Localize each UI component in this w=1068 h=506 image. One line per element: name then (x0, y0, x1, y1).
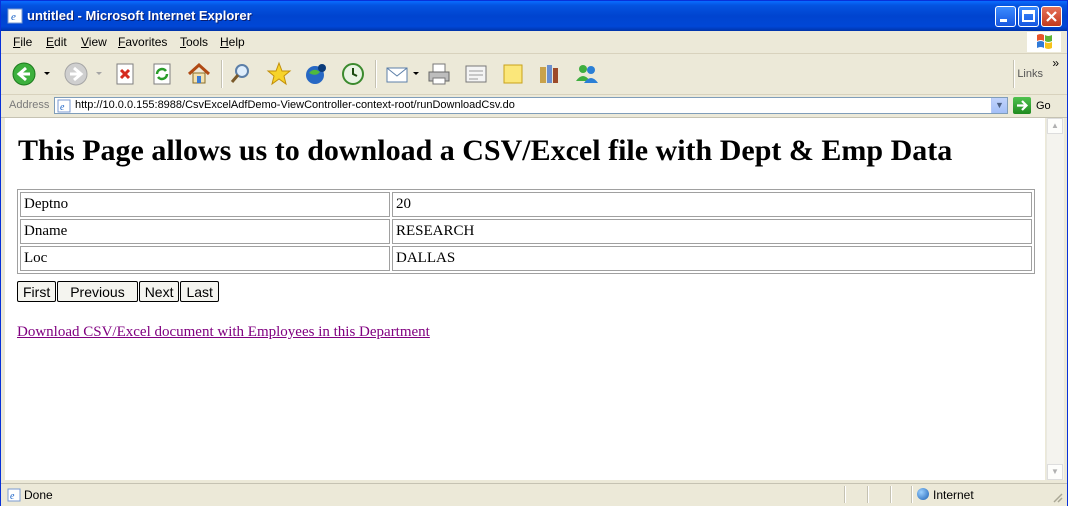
svg-text:e: e (10, 491, 15, 502)
mail-icon[interactable] (384, 61, 410, 87)
address-field[interactable]: e http://10.0.0.155:8988/CsvExcelAdfDemo… (54, 97, 1008, 114)
menu-file[interactable]: File (13, 35, 32, 49)
address-bar: Address e http://10.0.0.155:8988/CsvExce… (1, 95, 1067, 118)
svg-text:e: e (11, 11, 16, 23)
stop-icon[interactable] (112, 61, 138, 87)
status-text: Done (24, 488, 53, 502)
research-icon[interactable] (536, 61, 562, 87)
go-label[interactable]: Go (1036, 100, 1051, 112)
previous-button[interactable]: Previous (57, 281, 138, 302)
table-row: Dname RESEARCH (20, 219, 1032, 244)
scroll-down-icon[interactable]: ▼ (1047, 464, 1063, 480)
links-label[interactable]: Links (1017, 68, 1043, 80)
pagination-buttons: First Previous Next Last (17, 281, 220, 302)
menu-favorites[interactable]: Favorites (118, 35, 167, 49)
row-label: Dname (20, 219, 390, 244)
media-icon[interactable] (303, 61, 329, 87)
row-label: Deptno (20, 192, 390, 217)
minimize-button[interactable] (995, 6, 1016, 27)
status-bar: e Done Internet (1, 483, 1067, 506)
windows-flag-icon (1037, 34, 1052, 49)
messenger-icon[interactable] (574, 61, 600, 87)
address-dropdown-icon[interactable]: ▼ (991, 98, 1007, 113)
row-label: Loc (20, 246, 390, 271)
internet-zone-icon (917, 488, 929, 500)
first-button[interactable]: First (17, 281, 57, 302)
page-icon: e (57, 99, 71, 113)
toolbar-separator (1013, 60, 1015, 88)
refresh-icon[interactable] (149, 61, 175, 87)
forward-dropdown-icon[interactable] (95, 71, 103, 77)
maximize-button[interactable] (1018, 6, 1039, 27)
toolbar-separator (375, 60, 377, 88)
menu-edit[interactable]: Edit (46, 35, 67, 49)
table-row: Deptno 20 (20, 192, 1032, 217)
dept-table: Deptno 20 Dname RESEARCH Loc DALLAS (17, 189, 1035, 274)
browser-window: e untitled - Microsoft Internet Explorer… (0, 0, 1068, 506)
chevron-right-icon[interactable]: » (1052, 56, 1059, 70)
row-value: 20 (392, 192, 1032, 217)
page-heading: This Page allows us to download a CSV/Ex… (18, 134, 953, 167)
last-button[interactable]: Last (180, 281, 219, 302)
back-icon[interactable] (11, 61, 37, 87)
svg-text:e: e (60, 102, 65, 113)
vertical-scrollbar[interactable]: ▲ ▼ (1046, 118, 1064, 480)
back-dropdown-icon[interactable] (43, 71, 51, 77)
toolbar-separator (221, 60, 223, 88)
favorites-icon[interactable] (266, 61, 292, 87)
forward-icon[interactable] (63, 61, 89, 87)
go-button[interactable] (1013, 97, 1031, 114)
page-status-icon: e (7, 488, 21, 502)
standard-toolbar: Links » (1, 54, 1067, 95)
edit-icon[interactable] (463, 61, 489, 87)
row-value: RESEARCH (392, 219, 1032, 244)
home-icon[interactable] (186, 61, 212, 87)
status-divider (890, 486, 892, 503)
row-value: DALLAS (392, 246, 1032, 271)
menu-bar: File Edit View Favorites Tools Help (1, 31, 1067, 54)
address-label: Address (9, 99, 50, 111)
go-arrow-icon (1017, 100, 1029, 111)
close-icon (1046, 11, 1057, 22)
status-divider (844, 486, 846, 503)
address-url[interactable]: http://10.0.0.155:8988/CsvExcelAdfDemo-V… (75, 99, 515, 111)
history-icon[interactable] (340, 61, 366, 87)
zone-label: Internet (933, 488, 974, 502)
scroll-up-icon[interactable]: ▲ (1047, 118, 1063, 134)
title-bar: e untitled - Microsoft Internet Explorer (1, 1, 1067, 31)
menu-help[interactable]: Help (220, 35, 245, 49)
mail-dropdown-icon[interactable] (412, 71, 420, 77)
discuss-icon[interactable] (500, 61, 526, 87)
window-title: untitled - Microsoft Internet Explorer (27, 8, 252, 23)
maximize-icon (1022, 10, 1035, 22)
close-button[interactable] (1041, 6, 1062, 27)
windows-logo (1027, 32, 1061, 52)
status-divider (867, 486, 869, 503)
menu-tools[interactable]: Tools (180, 35, 208, 49)
next-button[interactable]: Next (138, 281, 180, 302)
table-row: Loc DALLAS (20, 246, 1032, 271)
page-content: This Page allows us to download a CSV/Ex… (5, 118, 1045, 480)
download-link[interactable]: Download CSV/Excel document with Employe… (17, 324, 430, 341)
resize-grip-icon[interactable] (1051, 491, 1063, 503)
print-icon[interactable] (426, 61, 452, 87)
ie-icon: e (7, 8, 23, 24)
menu-view[interactable]: View (81, 35, 107, 49)
minimize-icon (1000, 19, 1007, 22)
status-divider (911, 486, 913, 503)
search-icon[interactable] (228, 61, 254, 87)
